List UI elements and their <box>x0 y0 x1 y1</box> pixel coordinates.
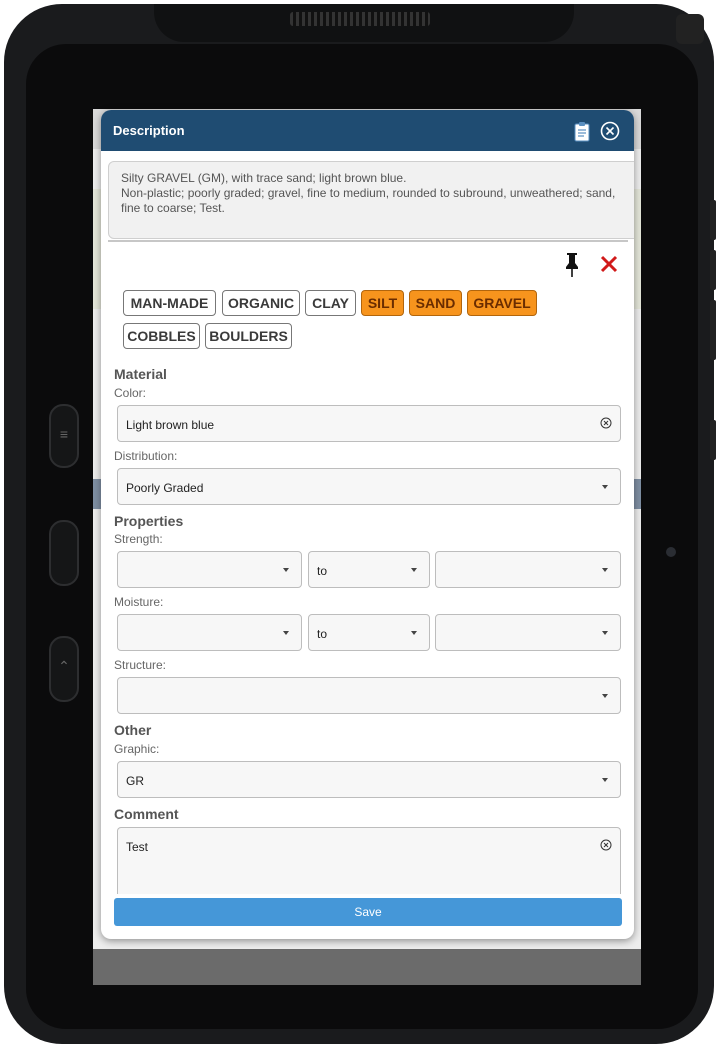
graphic-label: Graphic: <box>114 742 160 756</box>
moisture-label: Moisture: <box>114 595 164 609</box>
description-dialog: Description Silty GRAVEL (GM), with trac… <box>101 110 634 939</box>
chevron-down-icon <box>602 568 608 572</box>
save-button[interactable]: Save <box>114 898 622 926</box>
speaker-grille <box>290 12 430 26</box>
home-key[interactable] <box>49 520 79 586</box>
power-key <box>710 300 716 360</box>
graphic-value: GR <box>126 774 144 788</box>
clipboard-icon[interactable] <box>571 120 593 142</box>
chip-sand[interactable]: SAND <box>409 290 462 316</box>
moisture-to-label: to <box>317 627 328 641</box>
color-label: Color: <box>114 386 147 400</box>
color-field[interactable]: Light brown blue <box>117 405 621 442</box>
pin-icon[interactable] <box>563 252 581 278</box>
moisture-to-value-select[interactable] <box>435 614 621 651</box>
moisture-from-select[interactable] <box>117 614 302 651</box>
comment-value: Test <box>126 840 149 854</box>
chip-organic[interactable]: ORGANIC <box>222 290 300 316</box>
dialog-title: Description <box>113 123 185 138</box>
section-comment-title: Comment <box>114 806 179 822</box>
color-value: Light brown blue <box>126 418 215 432</box>
description-preview: Silty GRAVEL (GM), with trace sand; ligh… <box>108 161 634 239</box>
chevron-down-icon <box>283 631 289 635</box>
structure-label: Structure: <box>114 658 167 672</box>
section-other-title: Other <box>114 722 152 738</box>
section-properties-title: Properties <box>114 513 184 529</box>
chip-gravel[interactable]: GRAVEL <box>467 290 537 316</box>
dialog-header: Description <box>101 110 634 151</box>
side-key <box>710 420 716 460</box>
moisture-to-select[interactable]: to <box>308 614 430 651</box>
camera-icon <box>666 547 676 557</box>
close-circle-icon[interactable] <box>599 120 621 142</box>
chevron-down-icon <box>411 631 417 635</box>
clear-circle-icon[interactable] <box>600 417 612 429</box>
chevron-down-icon <box>602 694 608 698</box>
chip-cobbles[interactable]: COBBLES <box>123 323 200 349</box>
strength-to-value-select[interactable] <box>435 551 621 588</box>
chip-clay[interactable]: CLAY <box>305 290 356 316</box>
strength-to-select[interactable]: to <box>308 551 430 588</box>
volume-key <box>710 250 716 290</box>
chevron-down-icon <box>602 631 608 635</box>
strength-to-label: to <box>317 564 328 578</box>
structure-select[interactable] <box>117 677 621 714</box>
volume-key <box>710 200 716 240</box>
recent-apps-key[interactable]: ≡ <box>49 404 79 468</box>
graphic-select[interactable]: GR <box>117 761 621 798</box>
chip-man-made[interactable]: MAN-MADE <box>123 290 216 316</box>
back-key[interactable]: ⌃ <box>49 636 79 702</box>
section-material-title: Material <box>114 366 167 382</box>
chevron-down-icon <box>411 568 417 572</box>
comment-textarea[interactable]: Test <box>117 827 621 894</box>
chip-silt[interactable]: SILT <box>361 290 404 316</box>
chevron-down-icon <box>602 485 608 489</box>
strength-from-select[interactable] <box>117 551 302 588</box>
chevron-down-icon <box>602 778 608 782</box>
chip-boulders[interactable]: BOULDERS <box>205 323 292 349</box>
distribution-value: Poorly Graded <box>126 481 204 495</box>
divider <box>108 240 628 242</box>
distribution-label: Distribution: <box>114 449 178 463</box>
chevron-down-icon <box>283 568 289 572</box>
description-line: Non-plastic; poorly graded; gravel, fine… <box>121 186 616 215</box>
strength-label: Strength: <box>114 532 163 546</box>
red-x-icon[interactable] <box>599 254 619 274</box>
clear-circle-icon[interactable] <box>600 839 612 851</box>
description-line: Silty GRAVEL (GM), with trace sand; ligh… <box>121 171 407 185</box>
stylus-tip <box>676 14 704 44</box>
distribution-select[interactable]: Poorly Graded <box>117 468 621 505</box>
